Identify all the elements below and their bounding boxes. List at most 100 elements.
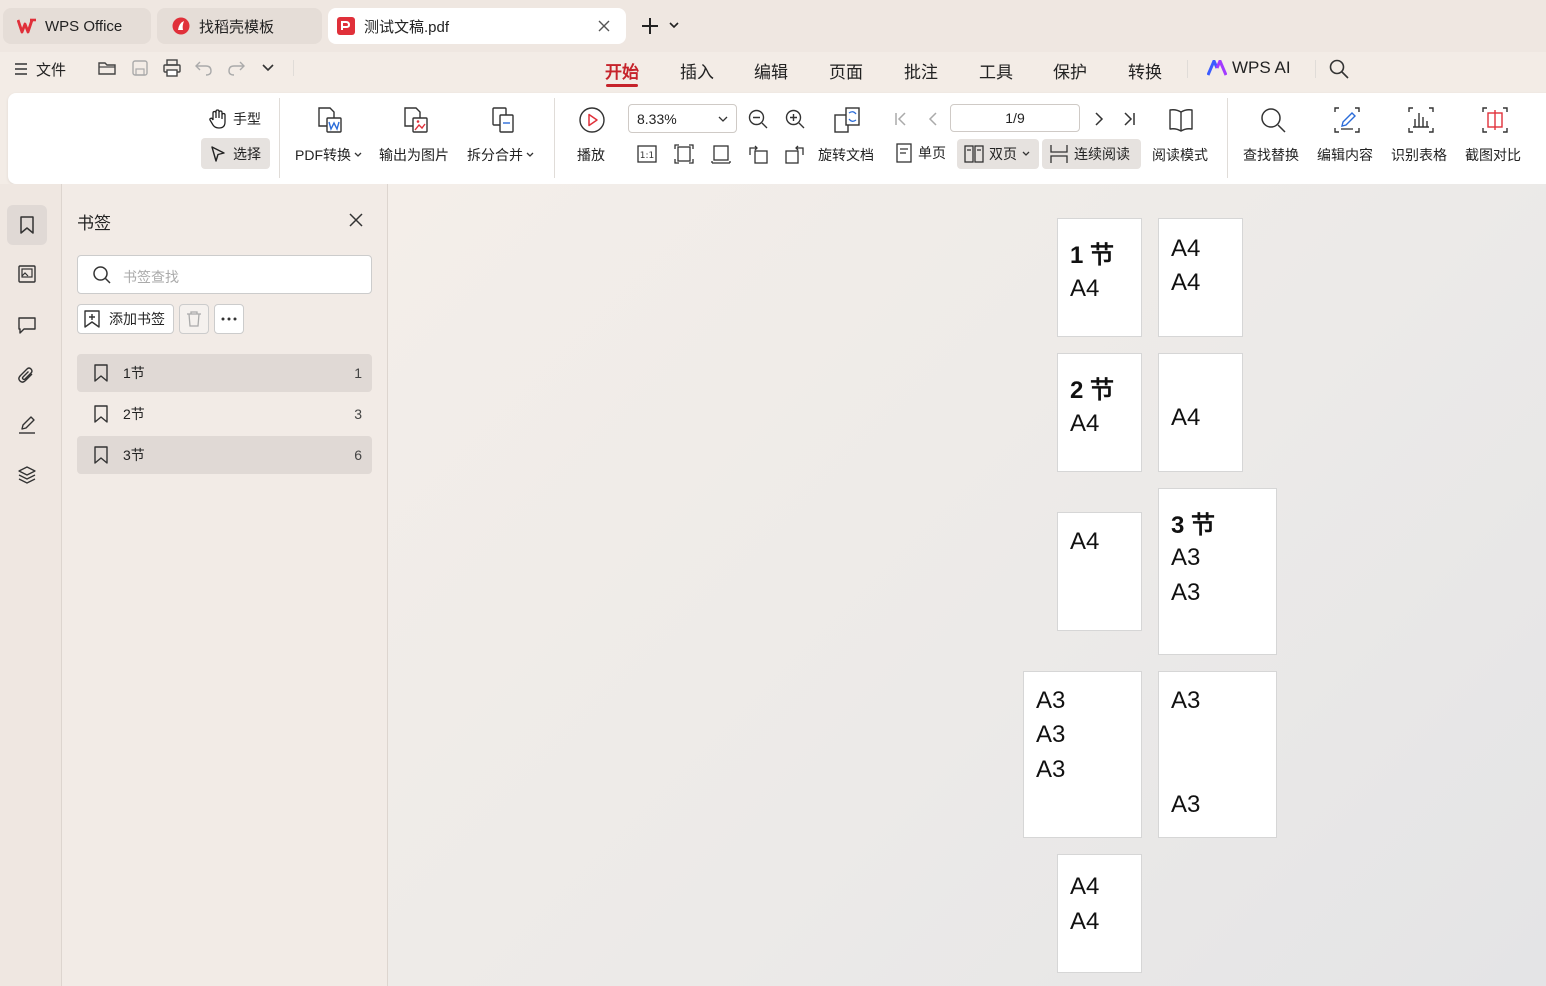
- select-tool-label: 选择: [233, 145, 261, 162]
- edit-content-icon[interactable]: [1333, 106, 1361, 139]
- close-icon[interactable]: [347, 211, 365, 234]
- rail-thumbnails-button[interactable]: [7, 254, 47, 294]
- split-merge-button[interactable]: 拆分合并: [467, 145, 535, 165]
- screenshot-compare-icon[interactable]: [1481, 106, 1509, 139]
- export-image-button[interactable]: 输出为图片: [379, 145, 449, 165]
- menu-tab-tools[interactable]: 工具: [979, 58, 1013, 83]
- tab-docer-templates[interactable]: 找稻壳模板: [157, 8, 322, 44]
- select-tool-button[interactable]: 选择: [201, 138, 270, 169]
- rotate-document-icon[interactable]: [833, 106, 861, 139]
- page-text: A3: [1171, 687, 1201, 714]
- next-page-icon[interactable]: [1089, 110, 1107, 133]
- hand-tool-button[interactable]: 手型: [207, 106, 261, 132]
- bookmark-item[interactable]: 1节 1: [77, 354, 372, 392]
- continuous-reading-button[interactable]: 连续阅读: [1042, 139, 1141, 169]
- rotate-document-button[interactable]: 旋转文档: [818, 145, 874, 165]
- menu-tab-insert[interactable]: 插入: [680, 58, 714, 83]
- search-icon[interactable]: [1328, 58, 1350, 85]
- fit-width-icon[interactable]: [710, 143, 732, 170]
- bookmark-page: 1: [354, 365, 362, 381]
- close-icon[interactable]: [594, 16, 614, 36]
- split-merge-icon[interactable]: [489, 106, 517, 139]
- bookmark-item[interactable]: 2节 3: [77, 395, 372, 433]
- pdf-page: A3 A3: [1158, 671, 1277, 838]
- menu-tab-start[interactable]: 开始: [605, 58, 639, 83]
- add-bookmark-button[interactable]: 添加书签: [77, 304, 174, 334]
- add-bookmark-label: 添加书签: [109, 311, 165, 327]
- bookmark-search-input[interactable]: 书签查找: [77, 255, 372, 294]
- rail-bookmarks-button[interactable]: [7, 205, 47, 245]
- last-page-icon[interactable]: [1120, 110, 1138, 133]
- trash-icon: [187, 311, 201, 327]
- menu-tab-annotate[interactable]: 批注: [904, 58, 938, 83]
- divider: [279, 98, 280, 178]
- tab-list-chevron-down-icon[interactable]: [667, 18, 681, 32]
- play-button[interactable]: 播放: [577, 145, 605, 165]
- play-icon[interactable]: [578, 106, 606, 139]
- single-page-button[interactable]: 单页: [894, 142, 946, 164]
- new-tab-button[interactable]: [638, 14, 662, 38]
- zoom-out-icon[interactable]: [747, 108, 769, 135]
- menu-tab-convert[interactable]: 转换: [1128, 58, 1162, 83]
- find-replace-icon[interactable]: [1259, 106, 1287, 139]
- previous-page-icon[interactable]: [925, 110, 943, 133]
- document-viewport[interactable]: [388, 184, 1546, 986]
- tab-wps-office[interactable]: WPS Office: [3, 8, 151, 44]
- bookmark-page: 6: [354, 447, 362, 463]
- quick-access-chevron-down-icon[interactable]: [260, 61, 276, 80]
- pdf-page: A4 A4: [1057, 854, 1142, 973]
- double-page-icon: [964, 145, 984, 163]
- edit-content-button[interactable]: 编辑内容: [1317, 145, 1373, 165]
- svg-text:1:1: 1:1: [640, 151, 654, 161]
- page-text: A4: [1171, 404, 1201, 431]
- divider: [1315, 60, 1316, 78]
- zoom-select[interactable]: 8.33%: [628, 104, 737, 133]
- recognize-table-button[interactable]: 识别表格: [1391, 145, 1447, 165]
- menu-tab-page[interactable]: 页面: [829, 58, 863, 83]
- wps-ai-label: WPS AI: [1232, 58, 1291, 77]
- open-folder-icon[interactable]: [97, 58, 117, 83]
- export-image-icon[interactable]: [402, 106, 430, 139]
- undo-icon[interactable]: [194, 58, 214, 83]
- first-page-icon[interactable]: [892, 110, 910, 133]
- bookmark-item[interactable]: 3节 6: [77, 436, 372, 474]
- print-icon[interactable]: [162, 58, 182, 83]
- tab-test-pdf[interactable]: 测试文稿.pdf: [328, 8, 626, 44]
- single-page-icon: [896, 143, 912, 163]
- wps-ai-button[interactable]: WPS AI: [1207, 58, 1291, 78]
- cursor-arrow-icon: [211, 145, 225, 162]
- zoom-in-icon[interactable]: [784, 108, 806, 135]
- rail-layers-button[interactable]: [7, 455, 47, 495]
- pdf-convert-button[interactable]: PDF转换: [295, 145, 363, 165]
- rotate-right-icon[interactable]: [784, 143, 806, 170]
- more-options-button[interactable]: [214, 304, 244, 334]
- rail-signature-button[interactable]: [7, 405, 47, 445]
- menu-tab-edit[interactable]: 编辑: [754, 58, 788, 83]
- reading-mode-button[interactable]: 阅读模式: [1152, 145, 1208, 165]
- divider: [554, 98, 555, 178]
- divider: [1187, 60, 1188, 78]
- redo-icon[interactable]: [226, 58, 246, 83]
- layers-icon: [18, 466, 36, 484]
- screenshot-compare-button[interactable]: 截图对比: [1465, 145, 1521, 165]
- rotate-left-icon[interactable]: [747, 143, 769, 170]
- reading-mode-icon[interactable]: [1167, 106, 1195, 139]
- fit-page-icon[interactable]: [673, 143, 695, 170]
- main-menu-button[interactable]: 文件: [14, 58, 66, 80]
- bookmark-label: 2节: [123, 406, 145, 422]
- double-page-button[interactable]: 双页: [957, 139, 1039, 169]
- hamburger-icon: [15, 63, 27, 75]
- recognize-table-icon[interactable]: [1407, 106, 1435, 139]
- actual-size-icon[interactable]: 1:1: [636, 143, 658, 170]
- menu-tab-protect[interactable]: 保护: [1053, 58, 1087, 83]
- hand-tool-label: 手型: [233, 111, 261, 127]
- delete-bookmark-button[interactable]: [179, 304, 209, 334]
- page-number-input[interactable]: 1/9: [950, 104, 1080, 132]
- find-replace-button[interactable]: 查找替换: [1243, 145, 1299, 165]
- rail-attachments-button[interactable]: [7, 355, 47, 395]
- pdf-convert-icon[interactable]: [316, 106, 344, 139]
- rail-comments-button[interactable]: [7, 305, 47, 345]
- signature-pen-icon: [19, 416, 35, 434]
- page-text: A3: [1036, 721, 1066, 748]
- save-icon[interactable]: [130, 58, 150, 83]
